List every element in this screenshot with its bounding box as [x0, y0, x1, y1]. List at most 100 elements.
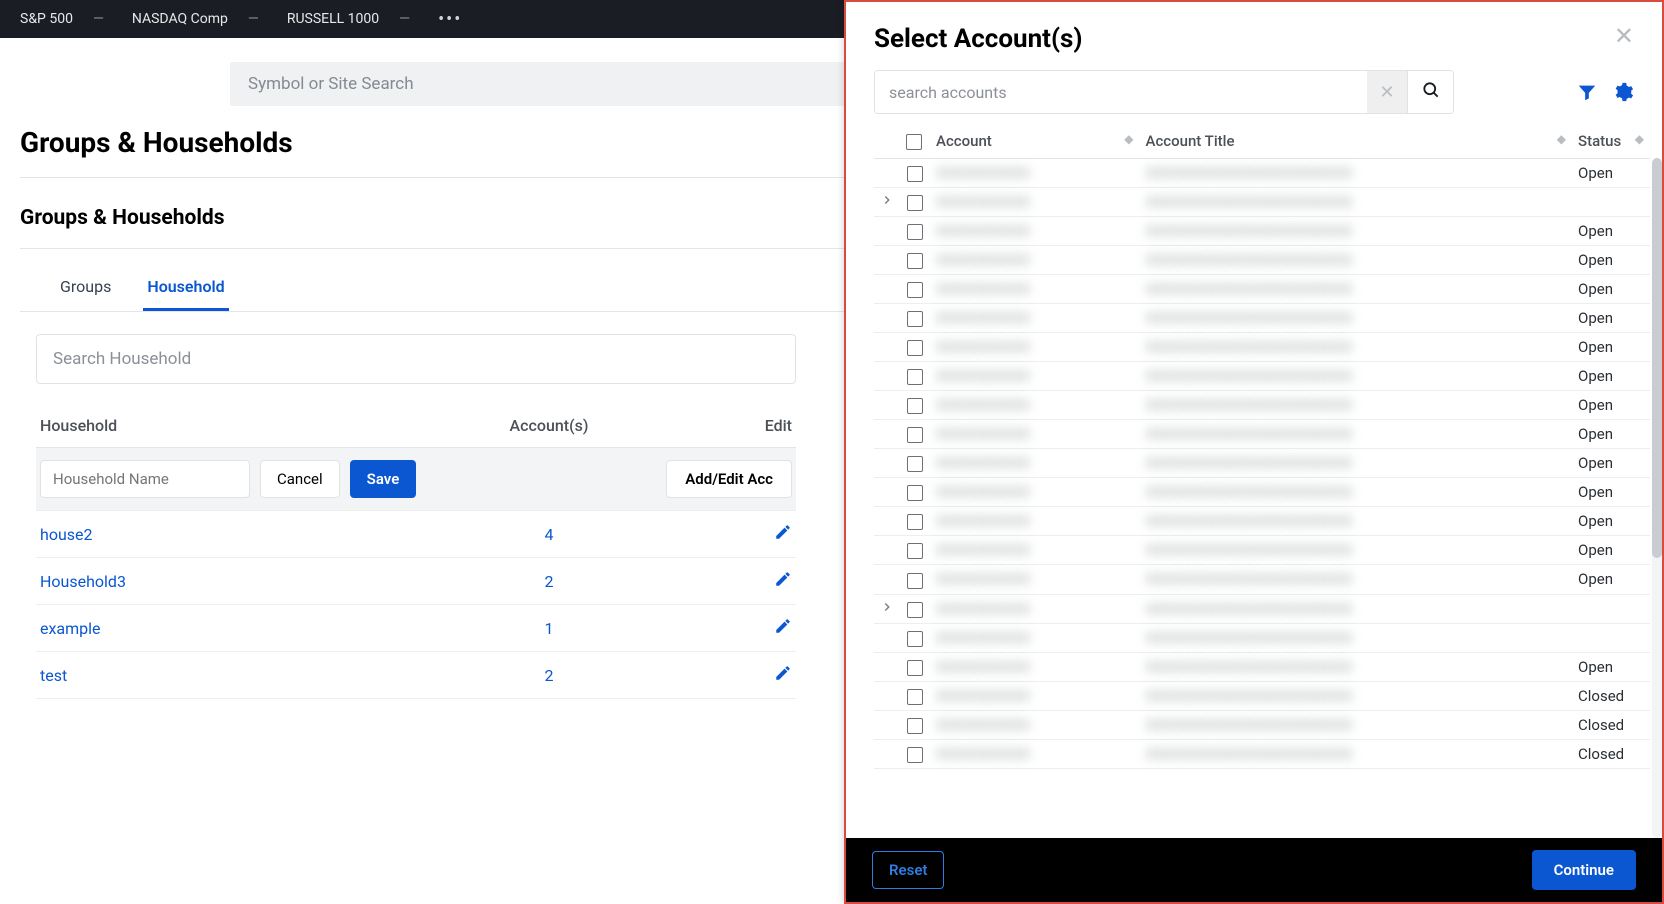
close-icon[interactable]: ✕: [1614, 24, 1634, 48]
account-number: XXXXXXXXXX: [936, 745, 1030, 763]
table-row: XXXXXXXXXXXXXXXXXXXXXXXXXXXXXXXXOpen: [874, 449, 1650, 478]
col-account[interactable]: Account◆: [930, 124, 1140, 159]
row-checkbox[interactable]: [900, 246, 930, 275]
expand-toggle: [874, 478, 900, 507]
gear-icon[interactable]: [1612, 81, 1634, 103]
expand-toggle: [874, 449, 900, 478]
row-checkbox[interactable]: [900, 507, 930, 536]
row-checkbox[interactable]: [900, 681, 930, 710]
account-search-input[interactable]: [875, 71, 1367, 113]
tab-household[interactable]: Household: [143, 267, 228, 311]
more-tickers-icon[interactable]: •••: [438, 9, 462, 30]
pencil-icon[interactable]: [774, 523, 792, 541]
row-checkbox[interactable]: [900, 623, 930, 652]
account-title: XXXXXXXXXXXXXXXXXXXXXX: [1146, 658, 1353, 676]
expand-toggle[interactable]: [874, 188, 900, 217]
expand-toggle: [874, 304, 900, 333]
row-checkbox[interactable]: [900, 449, 930, 478]
row-checkbox[interactable]: [900, 739, 930, 768]
row-checkbox[interactable]: [900, 217, 930, 246]
account-title: XXXXXXXXXXXXXXXXXXXXXX: [1146, 600, 1353, 618]
row-checkbox[interactable]: [900, 420, 930, 449]
account-number: XXXXXXXXXX: [936, 251, 1030, 269]
continue-button[interactable]: Continue: [1532, 850, 1636, 890]
household-link[interactable]: house2: [40, 525, 93, 544]
household-link[interactable]: test: [40, 666, 67, 685]
ticker-label: NASDAQ Comp: [132, 11, 228, 27]
tab-groups[interactable]: Groups: [56, 267, 115, 311]
filter-icon[interactable]: [1576, 81, 1598, 103]
account-title: XXXXXXXXXXXXXXXXXXXXXX: [1146, 193, 1353, 211]
accounts-count-link[interactable]: 2: [545, 572, 554, 591]
site-search-input[interactable]: [230, 62, 930, 106]
table-row: XXXXXXXXXXXXXXXXXXXXXXXXXXXXXXXX: [874, 594, 1650, 623]
row-checkbox[interactable]: [900, 188, 930, 217]
expand-toggle: [874, 362, 900, 391]
account-number: XXXXXXXXXX: [936, 193, 1030, 211]
col-household: Household: [36, 406, 454, 448]
expand-toggle: [874, 159, 900, 188]
account-title: XXXXXXXXXXXXXXXXXXXXXX: [1146, 483, 1353, 501]
ticker-label: RUSSELL 1000: [287, 11, 379, 27]
reset-button[interactable]: Reset: [872, 851, 944, 889]
household-name-input[interactable]: [40, 460, 250, 498]
table-row: XXXXXXXXXXXXXXXXXXXXXXXXXXXXXXXXOpen: [874, 507, 1650, 536]
household-search-input[interactable]: [36, 334, 796, 384]
ticker-nasdaq[interactable]: NASDAQ Comp —: [132, 11, 259, 27]
accounts-count-link[interactable]: 4: [545, 525, 554, 544]
row-checkbox[interactable]: [900, 565, 930, 594]
account-number: XXXXXXXXXX: [936, 164, 1030, 182]
expand-toggle: [874, 333, 900, 362]
select-accounts-modal: Select Account(s) ✕ ✕ Accou: [844, 0, 1664, 904]
pencil-icon[interactable]: [774, 617, 792, 635]
table-row: XXXXXXXXXXXXXXXXXXXXXXXXXXXXXXXXOpen: [874, 304, 1650, 333]
status-cell: Open: [1572, 362, 1650, 391]
col-account-title[interactable]: Account Title◆: [1140, 124, 1573, 159]
scrollbar-track[interactable]: [1652, 158, 1662, 838]
household-link[interactable]: example: [40, 619, 101, 638]
pencil-icon[interactable]: [774, 664, 792, 682]
add-edit-accounts-button[interactable]: Add/Edit Acc: [666, 460, 792, 498]
ticker-sp500[interactable]: S&P 500 —: [20, 11, 104, 27]
accounts-count-link[interactable]: 1: [545, 619, 554, 638]
accounts-count-link[interactable]: 2: [545, 666, 554, 685]
row-checkbox[interactable]: [900, 391, 930, 420]
table-row: example 1: [36, 605, 796, 652]
status-cell: Open: [1572, 275, 1650, 304]
row-checkbox[interactable]: [900, 275, 930, 304]
household-link[interactable]: Household3: [40, 572, 126, 591]
status-cell: Open: [1572, 652, 1650, 681]
col-status[interactable]: Status◆: [1572, 124, 1650, 159]
row-checkbox[interactable]: [900, 478, 930, 507]
account-number: XXXXXXXXXX: [936, 396, 1030, 414]
status-cell: Closed: [1572, 681, 1650, 710]
table-row: XXXXXXXXXXXXXXXXXXXXXXXXXXXXXXXXOpen: [874, 159, 1650, 188]
row-checkbox[interactable]: [900, 304, 930, 333]
save-button[interactable]: Save: [350, 460, 417, 498]
row-checkbox[interactable]: [900, 710, 930, 739]
row-checkbox[interactable]: [900, 159, 930, 188]
pencil-icon[interactable]: [774, 570, 792, 588]
expand-toggle: [874, 681, 900, 710]
expand-toggle[interactable]: [874, 594, 900, 623]
scrollbar-thumb[interactable]: [1652, 158, 1662, 558]
row-checkbox[interactable]: [900, 594, 930, 623]
search-icon[interactable]: [1407, 71, 1453, 113]
account-number: XXXXXXXXXX: [936, 338, 1030, 356]
ticker-russell[interactable]: RUSSELL 1000 —: [287, 11, 410, 27]
expand-toggle: [874, 391, 900, 420]
account-number: XXXXXXXXXX: [936, 309, 1030, 327]
account-title: XXXXXXXXXXXXXXXXXXXXXX: [1146, 367, 1353, 385]
row-checkbox[interactable]: [900, 536, 930, 565]
status-cell: Open: [1572, 536, 1650, 565]
status-cell: Open: [1572, 159, 1650, 188]
row-checkbox[interactable]: [900, 362, 930, 391]
row-checkbox[interactable]: [900, 652, 930, 681]
cancel-button[interactable]: Cancel: [260, 460, 340, 498]
clear-search-icon[interactable]: ✕: [1367, 71, 1407, 113]
expand-toggle: [874, 246, 900, 275]
account-search-wrap: ✕: [874, 70, 1454, 114]
row-checkbox[interactable]: [900, 333, 930, 362]
col-select-all[interactable]: [900, 124, 930, 159]
table-row: XXXXXXXXXXXXXXXXXXXXXXXXXXXXXXXXOpen: [874, 420, 1650, 449]
